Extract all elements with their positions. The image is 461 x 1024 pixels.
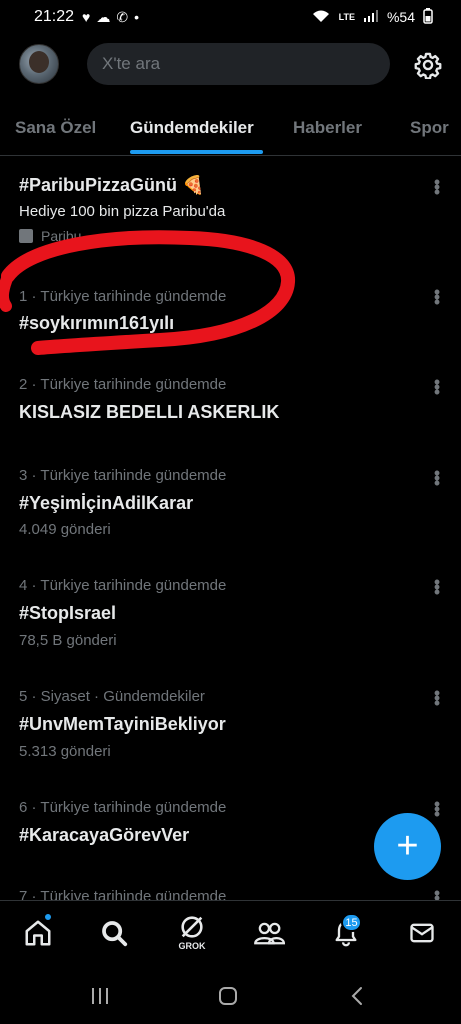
trend-title: #YeşimİçinAdilKarar xyxy=(19,493,194,513)
more-options-icon[interactable]: • • • xyxy=(428,795,446,823)
gear-icon[interactable] xyxy=(414,51,442,80)
trend-title: #KaracayaGörevVer xyxy=(19,825,190,845)
trend-item[interactable]: 1 · Türkiye tarihinde gündemde #soykırım… xyxy=(0,279,461,369)
recents-icon[interactable] xyxy=(88,984,112,1008)
more-options-icon[interactable]: • • • xyxy=(428,684,446,712)
trend-item[interactable]: 3 · Türkiye tarihinde gündemde #Yeşimİçi… xyxy=(0,460,461,570)
promoted-icon xyxy=(19,229,33,243)
top-bar: X'te ara xyxy=(0,40,461,90)
explore-tabs: Sana Özel Gündemdekiler Haberler Spor xyxy=(0,104,461,156)
search-placeholder: X'te ara xyxy=(102,54,161,73)
home-button-icon[interactable] xyxy=(216,984,240,1008)
cloud-icon: ☁ xyxy=(96,8,111,25)
trend-title: #StopIsrael xyxy=(19,603,117,623)
battery-text: %54 xyxy=(386,9,415,25)
tab-sana-ozel[interactable]: Sana Özel xyxy=(15,118,96,138)
more-options-icon[interactable]: • • • xyxy=(428,573,446,601)
trend-context: 6 · Türkiye tarihinde gündemde xyxy=(19,799,227,816)
system-nav-bar xyxy=(0,966,461,1024)
trend-context: 1 · Türkiye tarihinde gündemde xyxy=(19,288,227,305)
trend-item-promoted[interactable]: #ParibuPizzaGünü 🍕 Hediye 100 bin pizza … xyxy=(0,157,461,257)
mail-icon[interactable] xyxy=(406,917,438,949)
trend-subtitle: Hediye 100 bin pizza Paribu'da xyxy=(19,203,226,220)
trend-title: #soykırımın161yılı xyxy=(19,313,175,333)
status-notification-icons: ♥ ☁ ✆ • xyxy=(82,9,139,26)
tab-haberler[interactable]: Haberler xyxy=(293,118,362,138)
trend-post-count: 5.313 gönderi xyxy=(19,743,111,760)
trend-title: KISLASIZ BEDELLI ASKERLIK xyxy=(19,402,280,422)
active-tab-indicator xyxy=(130,150,263,154)
heart-icon: ♥ xyxy=(82,8,91,25)
trend-item[interactable]: 4 · Türkiye tarihinde gündemde #StopIsra… xyxy=(0,571,461,681)
status-right: LTE %54 xyxy=(311,7,433,27)
compose-button[interactable]: + xyxy=(374,813,441,880)
more-options-icon[interactable]: • • • xyxy=(428,373,446,401)
status-time: 21:22 xyxy=(34,8,75,25)
more-options-icon[interactable]: • • • xyxy=(428,464,446,492)
trend-item[interactable]: 5 · Siyaset · Gündemdekiler #UnvMemTayin… xyxy=(0,682,461,792)
promoted-label: Paribu xyxy=(19,228,81,244)
trend-context: 4 · Türkiye tarihinde gündemde xyxy=(19,577,227,594)
dot-icon: • xyxy=(134,8,139,25)
wifi-icon xyxy=(311,9,331,26)
signal-icon xyxy=(363,9,379,25)
status-left: 21:22 ♥ ☁ ✆ • xyxy=(34,8,139,26)
search-input[interactable]: X'te ara xyxy=(87,43,390,85)
communities-icon[interactable] xyxy=(253,917,285,949)
trend-context: 3 · Türkiye tarihinde gündemde xyxy=(19,467,227,484)
trend-title: #UnvMemTayiniBekliyor xyxy=(19,714,226,734)
home-unread-dot xyxy=(44,913,52,921)
trend-post-count: 4.049 gönderi xyxy=(19,521,111,538)
plus-icon: + xyxy=(396,825,419,867)
trend-post-count: 78,5 B gönderi xyxy=(19,632,117,649)
bottom-nav: GROK 15 xyxy=(0,900,461,966)
grok-icon[interactable] xyxy=(176,911,208,943)
notification-badge: 15 xyxy=(341,913,362,932)
search-icon[interactable] xyxy=(98,917,130,949)
status-bar: 21:22 ♥ ☁ ✆ • LTE %54 xyxy=(0,0,461,34)
promoted-advertiser: Paribu xyxy=(41,228,82,244)
trend-item[interactable]: 2 · Türkiye tarihinde gündemde KISLASIZ … xyxy=(0,369,461,459)
trend-context: 2 · Türkiye tarihinde gündemde xyxy=(19,376,227,393)
more-options-icon[interactable]: • • • xyxy=(428,283,446,311)
tab-spor[interactable]: Spor xyxy=(410,118,449,138)
network-type: LTE xyxy=(338,12,355,22)
grok-label: GROK xyxy=(178,941,206,951)
trend-context: 5 · Siyaset · Gündemdekiler xyxy=(19,688,205,705)
home-icon[interactable] xyxy=(22,917,54,949)
whatsapp-icon: ✆ xyxy=(116,8,129,25)
tab-gundemdekiler[interactable]: Gündemdekiler xyxy=(130,118,254,138)
battery-icon xyxy=(423,7,433,27)
back-icon[interactable] xyxy=(346,984,370,1008)
avatar[interactable] xyxy=(19,44,59,84)
more-options-icon[interactable]: • • • xyxy=(428,173,446,201)
trend-title: #ParibuPizzaGünü 🍕 xyxy=(19,175,205,195)
